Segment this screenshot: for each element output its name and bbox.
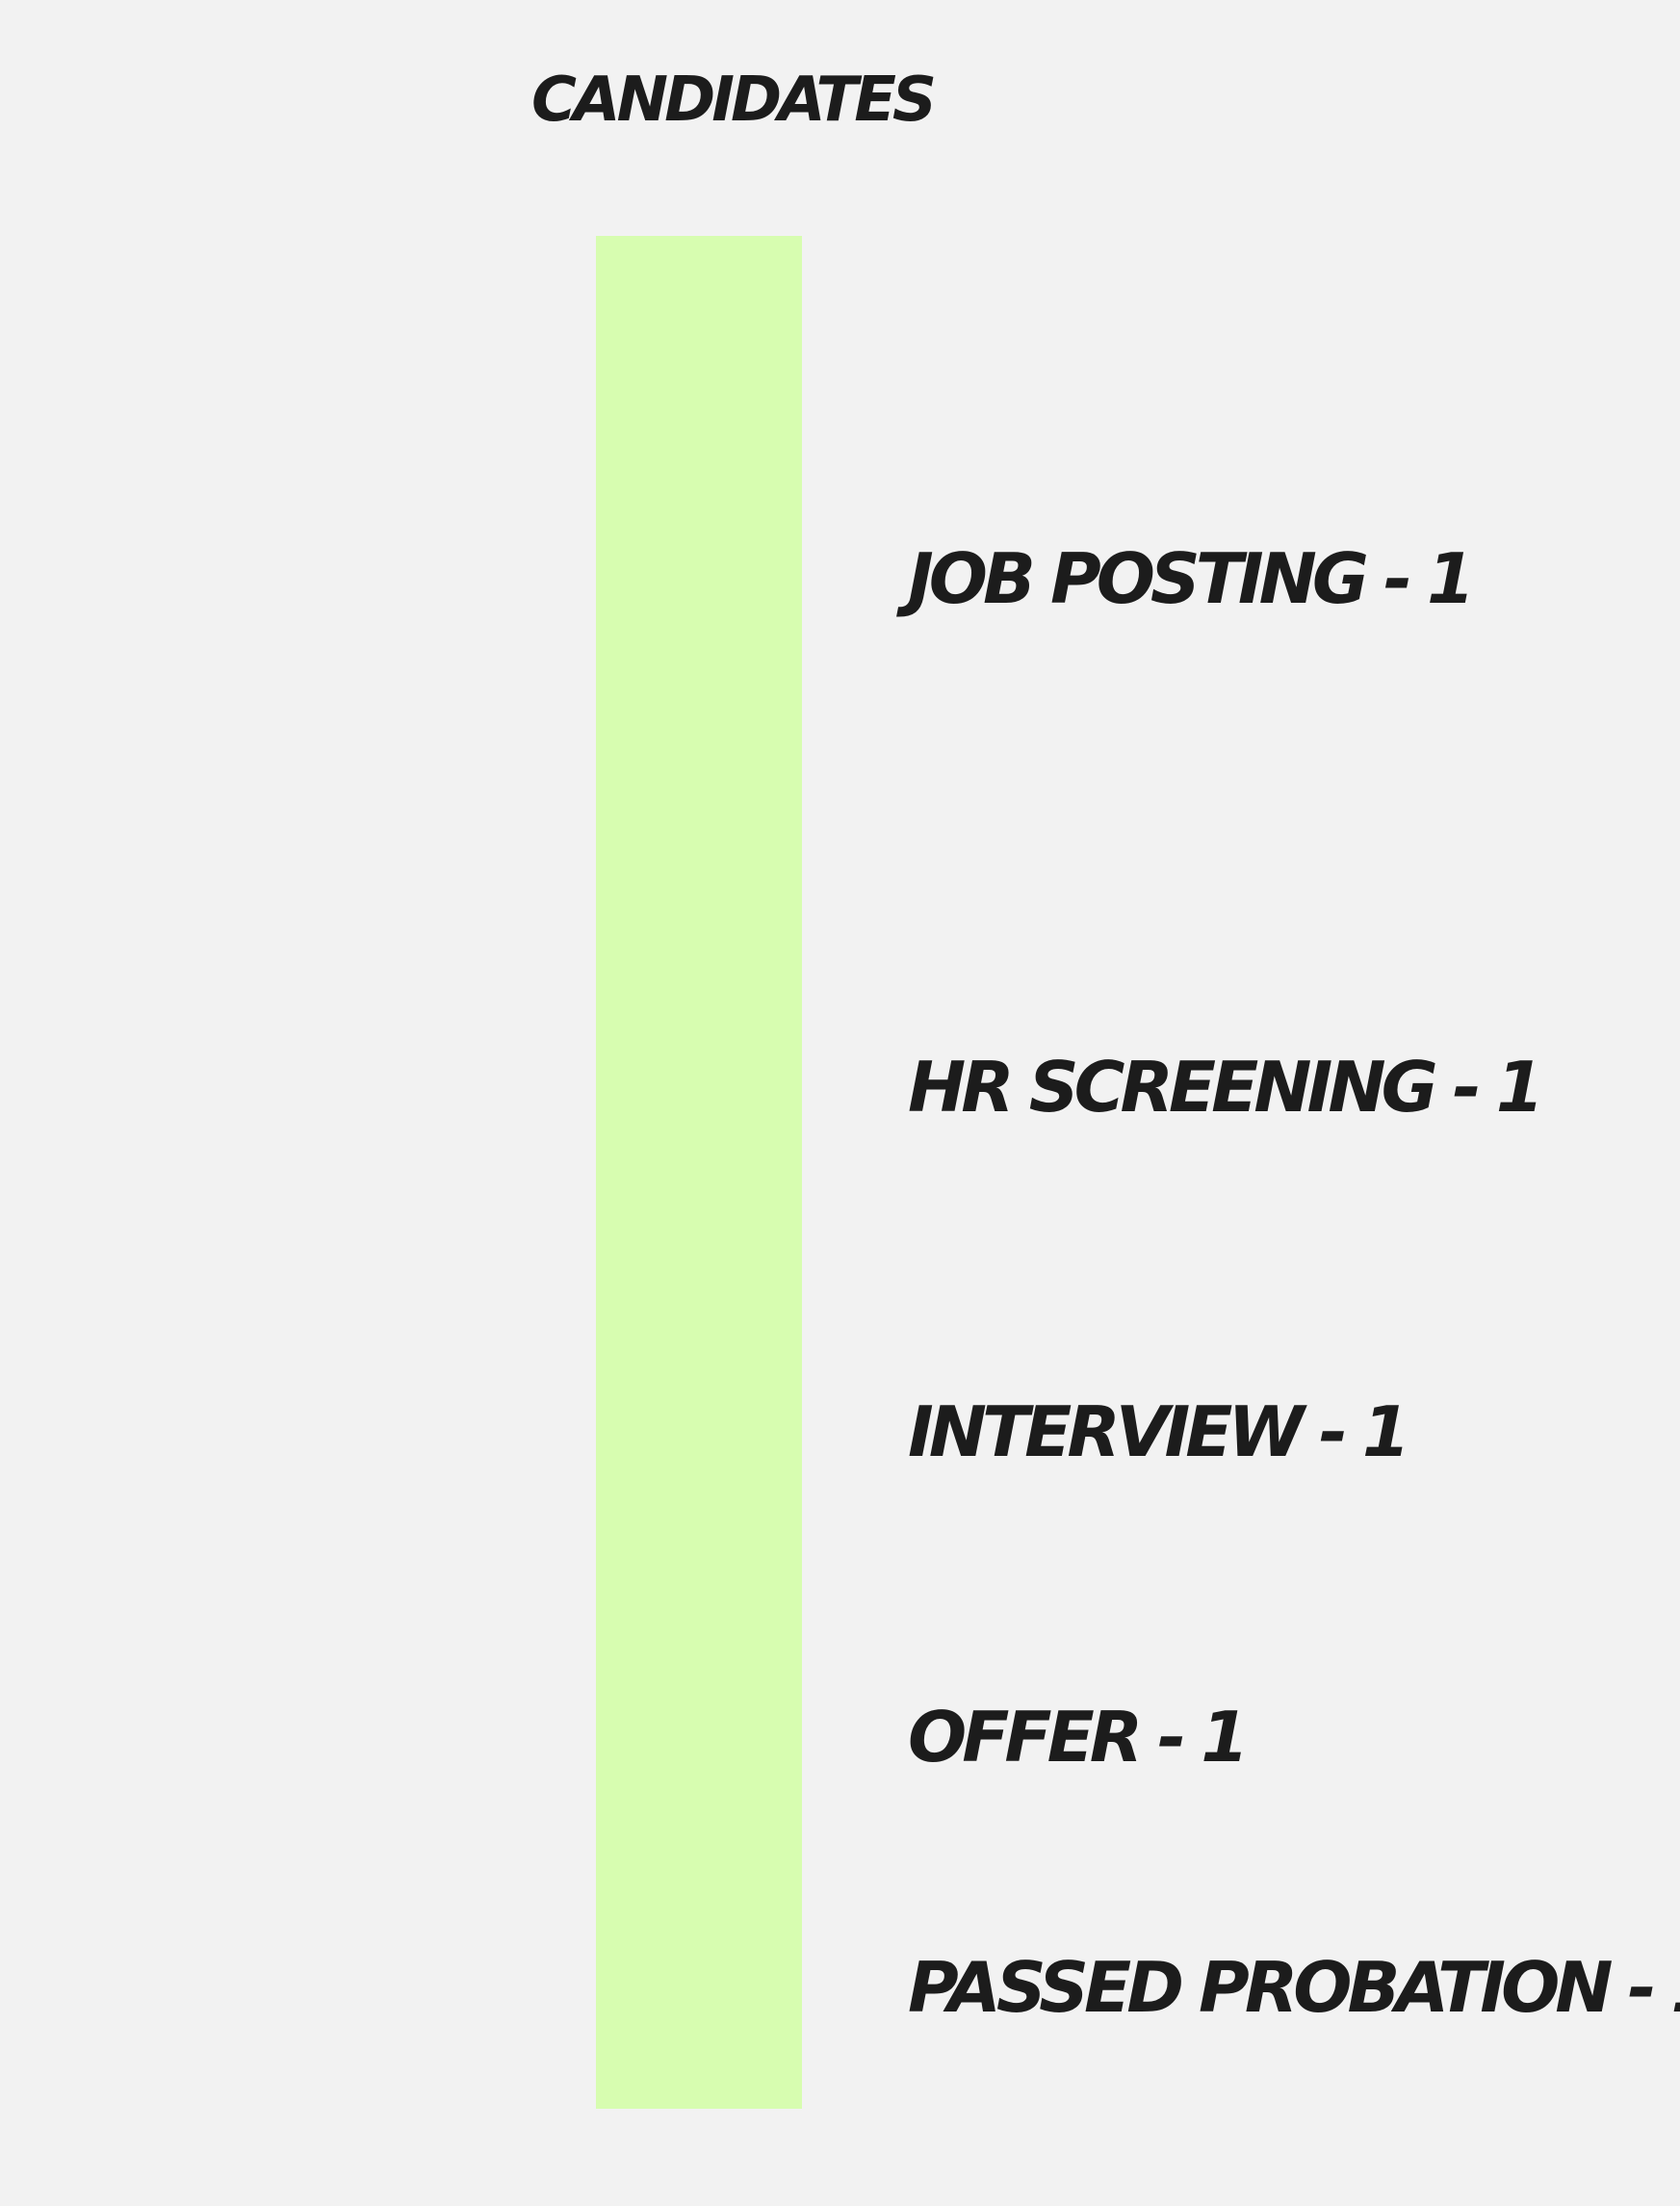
stage-label-hr-screening: HR Screening - 1	[908, 1047, 1544, 1128]
stage-label-offer: Offer - 1	[908, 1697, 1249, 1778]
stage-label-job-posting: Job Posting - 1	[908, 538, 1475, 619]
diagram-title: Candidates	[531, 65, 937, 136]
stage-label-interview: Interview - 1	[908, 1391, 1410, 1472]
stage-label-passed-probation: Passed Probation - 1	[908, 1947, 1680, 2028]
candidates-bar	[596, 236, 802, 2109]
